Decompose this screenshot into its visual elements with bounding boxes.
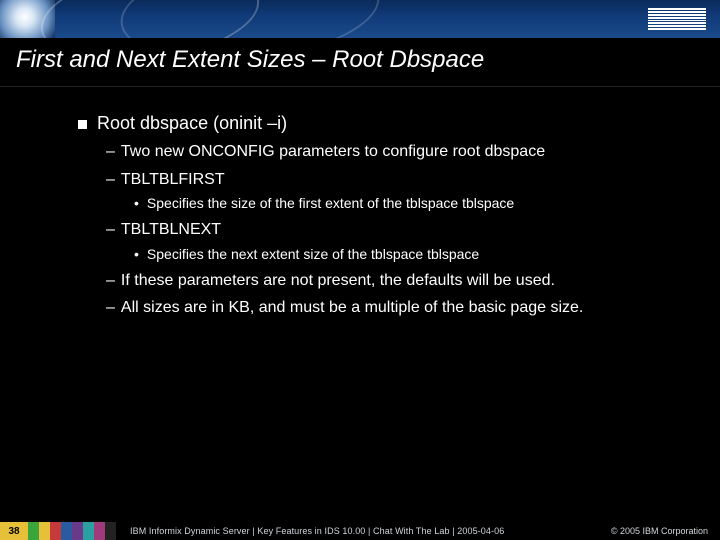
color-stripes — [28, 522, 116, 540]
dash-bullet-icon: – — [106, 143, 115, 160]
bullet-text: TBLTBLFIRST — [121, 171, 225, 188]
bullet-level1: Root dbspace (oninit –i) –Two new ONCONF… — [78, 111, 680, 319]
slide-number: 38 — [0, 522, 28, 540]
bullet-level2: –TBLTBLNEXT — [106, 219, 680, 241]
footer: 38 IBM Informix Dynamic Server | Key Fea… — [0, 522, 720, 540]
bullet-level2: –TBLTBLFIRST — [106, 169, 680, 191]
dot-bullet-icon: • — [134, 195, 139, 211]
bullet-text: Root dbspace (oninit –i) — [97, 111, 287, 135]
header-bar — [0, 0, 720, 38]
bullet-text: Specifies the next extent size of the tb… — [147, 246, 479, 262]
content-area: Root dbspace (oninit –i) –Two new ONCONF… — [0, 87, 720, 319]
bullet-level2: –Two new ONCONFIG parameters to configur… — [106, 141, 680, 163]
dash-bullet-icon: – — [106, 299, 115, 316]
dash-bullet-icon: – — [106, 171, 115, 188]
title-area: First and Next Extent Sizes – Root Dbspa… — [0, 38, 720, 87]
slide-number-text: 38 — [8, 526, 19, 537]
dash-bullet-icon: – — [106, 272, 115, 289]
bullet-level3: • Specifies the next extent size of the t… — [134, 245, 680, 264]
square-bullet-icon — [78, 120, 87, 129]
slide: First and Next Extent Sizes – Root Dbspa… — [0, 0, 720, 540]
slide-title: First and Next Extent Sizes – Root Dbspa… — [16, 46, 704, 74]
bullet-text: All sizes are in KB, and must be a multi… — [121, 299, 583, 316]
bullet-level3: • Specifies the size of the first extent … — [134, 194, 680, 213]
bullet-level2: –If these parameters are not present, th… — [106, 270, 680, 292]
bullet-text: If these parameters are not present, the… — [121, 272, 555, 289]
footer-text: IBM Informix Dynamic Server | Key Featur… — [116, 526, 611, 536]
bullet-text: TBLTBLNEXT — [121, 221, 221, 238]
swoosh-graphic — [115, 0, 384, 38]
dot-bullet-icon: • — [134, 246, 139, 262]
ibm-logo — [648, 8, 706, 30]
bullet-text: Two new ONCONFIG parameters to configure… — [121, 143, 545, 160]
bullet-text: Specifies the size of the first extent o… — [147, 195, 514, 211]
dash-bullet-icon: – — [106, 221, 115, 238]
copyright-text: © 2005 IBM Corporation — [611, 526, 720, 536]
bullet-level2: –All sizes are in KB, and must be a mult… — [106, 297, 680, 319]
